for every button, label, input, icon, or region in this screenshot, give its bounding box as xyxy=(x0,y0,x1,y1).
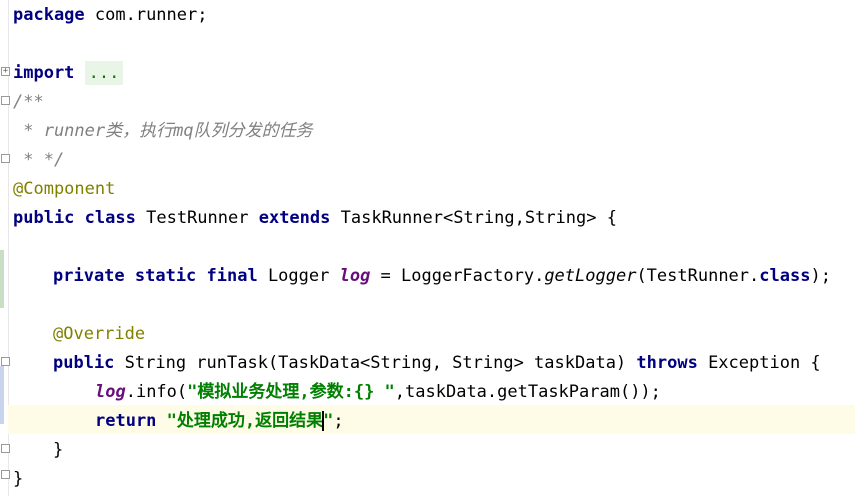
field-assign: = LoggerFactory. xyxy=(370,266,545,286)
close-brace: } xyxy=(53,440,64,460)
keyword: return xyxy=(95,411,157,431)
code-line-log[interactable]: log.info("模拟业务处理,参数:{} ",taskData.getTas… xyxy=(95,378,661,407)
code-line-import[interactable]: import ... xyxy=(13,59,124,88)
doc-comment-close: * */ xyxy=(13,150,65,170)
fold-expand-icon[interactable]: + xyxy=(1,67,10,76)
keyword: private static final xyxy=(53,266,258,286)
annotation-component: @Component xyxy=(13,179,116,199)
code-line-annotation[interactable]: @Component xyxy=(13,175,115,204)
code-line-comment[interactable]: * */ xyxy=(13,146,64,175)
code-line-annotation[interactable]: @Override xyxy=(53,320,145,349)
keyword: throws xyxy=(636,353,698,373)
close-brace: } xyxy=(13,469,24,489)
keyword: class xyxy=(84,208,136,228)
keyword: class xyxy=(759,266,811,286)
keyword: public xyxy=(53,353,115,373)
code-line-close-class[interactable]: } xyxy=(13,465,23,494)
code-line-method-decl[interactable]: public String runTask(TaskData<String, S… xyxy=(53,349,821,378)
vcs-change-marker[interactable] xyxy=(0,250,4,308)
code-line-comment[interactable]: /** xyxy=(13,88,44,117)
fold-collapse-icon[interactable] xyxy=(1,96,10,105)
fold-collapse-icon[interactable] xyxy=(1,444,10,453)
fold-collapse-icon[interactable] xyxy=(1,470,10,479)
code-line-class-decl[interactable]: public class TestRunner extends TaskRunn… xyxy=(13,204,617,233)
static-method: getLogger xyxy=(544,266,637,286)
fold-collapse-icon[interactable] xyxy=(1,154,10,163)
vcs-change-marker[interactable] xyxy=(0,366,4,424)
code-line-field[interactable]: private static final Logger log = Logger… xyxy=(53,262,831,291)
keyword: import xyxy=(13,63,75,83)
code-editor[interactable]: + package com.runner; import ... /** * r… xyxy=(0,0,855,496)
keyword: public xyxy=(13,208,75,228)
doc-comment-open: /** xyxy=(13,92,44,112)
fold-collapse-icon[interactable] xyxy=(1,357,10,366)
folded-imports[interactable]: ... xyxy=(84,61,124,85)
string-literal: "处理成功,返回结果 xyxy=(166,411,324,431)
field-args: (TestRunner. xyxy=(636,266,760,286)
statement-end: ; xyxy=(333,411,344,431)
package-name: com.runner; xyxy=(84,5,208,25)
field-ref: log xyxy=(95,382,126,402)
log-call: .info( xyxy=(125,382,188,402)
field-name: log xyxy=(339,266,371,286)
code-line-close-method[interactable]: } xyxy=(53,436,63,465)
keyword: package xyxy=(13,5,85,25)
method-signature: String runTask(TaskData<String, String> … xyxy=(114,353,637,373)
method-exception: Exception { xyxy=(697,353,821,373)
string-literal-end: " xyxy=(323,411,334,431)
string-literal: "模拟业务处理,参数:{} " xyxy=(187,382,395,402)
code-line-return[interactable]: return "处理成功,返回结果"; xyxy=(95,407,344,436)
class-name: TestRunner xyxy=(146,208,249,228)
doc-comment-text: * runner类，执行mq队列分发的任务 xyxy=(13,121,313,141)
code-line-comment[interactable]: * runner类，执行mq队列分发的任务 xyxy=(13,117,313,146)
keyword: extends xyxy=(258,208,331,228)
code-line-package[interactable]: package com.runner; xyxy=(13,1,207,30)
field-end: ); xyxy=(810,266,831,286)
superclass: TaskRunner<String,String> { xyxy=(340,208,617,228)
annotation-override: @Override xyxy=(53,324,146,344)
field-type: Logger xyxy=(257,266,340,286)
log-args: ,taskData.getTaskParam()); xyxy=(394,382,661,402)
